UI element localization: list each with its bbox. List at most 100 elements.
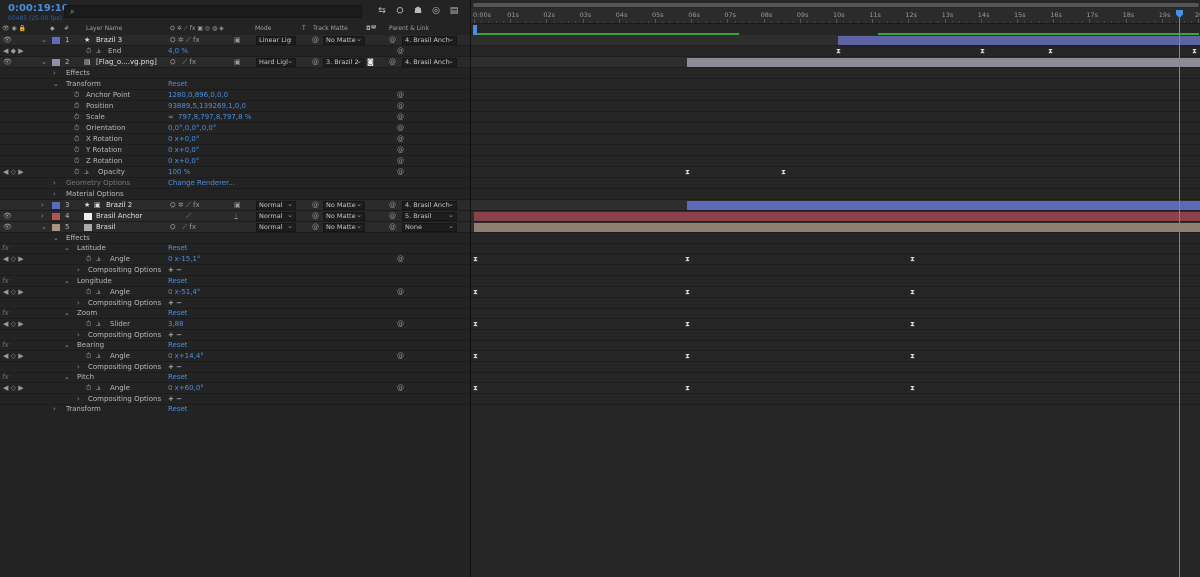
blend-mode-dropdown[interactable]: Normal — [256, 201, 296, 210]
property-value[interactable]: 1280,0,896,0,0,0 — [168, 91, 228, 100]
stopwatch-icon[interactable]: ⏱ — [74, 146, 79, 155]
layer-row-3[interactable]: › 3 ★ ▣ Brazil 2 ⛭ ✲ ⟋ fx ▣ Normal @ No … — [0, 200, 470, 211]
keyframe-nav-icon[interactable]: ◀ ◇ ▶ — [3, 288, 24, 297]
keyframe-nav-icon[interactable]: ◀ ◆ ▶ — [3, 47, 24, 56]
chevron-right-icon[interactable]: › — [53, 179, 56, 188]
keyframe[interactable]: ⧗ — [836, 47, 841, 56]
geometry-options-group[interactable]: › Geometry Options Change Renderer... — [0, 178, 470, 189]
parent-pickwhip-icon[interactable]: @ — [389, 58, 396, 67]
keyframe[interactable]: ⧗ — [1192, 47, 1197, 56]
keyframe[interactable]: ⧗ — [910, 320, 915, 329]
parent-pickwhip-icon[interactable]: @ — [389, 212, 396, 221]
material-options-group[interactable]: › Material Options — [0, 189, 470, 200]
property-value[interactable]: 0,0°,0,0°,0,0° — [168, 124, 216, 133]
add-remove-mask-buttons[interactable]: + − — [168, 331, 182, 340]
keyframe-nav-icon[interactable]: ◀ ◇ ▶ — [3, 320, 24, 329]
keyframe-nav-icon[interactable]: ◀ ◇ ▶ — [3, 384, 24, 393]
expression-pickwhip-icon[interactable]: @ — [397, 124, 404, 133]
keyframe[interactable]: ⧗ — [781, 168, 786, 177]
3d-layer-icon[interactable]: ▣ — [234, 58, 241, 67]
expression-pickwhip-icon[interactable]: @ — [397, 113, 404, 122]
stopwatch-icon[interactable]: ⏱ — [74, 157, 79, 166]
chevron-right-icon[interactable]: › — [77, 363, 80, 372]
graph-icon[interactable]: ⫡ — [96, 288, 101, 297]
effects-group[interactable]: › Effects — [0, 68, 470, 79]
chevron-right-icon[interactable]: › — [53, 190, 56, 199]
layer-bar-4[interactable] — [474, 212, 1200, 221]
add-remove-mask-buttons[interactable]: + − — [168, 266, 182, 275]
parent-pickwhip-icon[interactable]: @ — [389, 223, 396, 232]
expression-pickwhip-icon[interactable]: @ — [397, 384, 404, 393]
layer-name[interactable]: Brasil — [96, 223, 116, 232]
change-renderer-link[interactable]: Change Renderer... — [168, 179, 235, 188]
chevron-down-icon[interactable]: ⌄ — [41, 58, 47, 67]
stopwatch-icon[interactable]: ⏱ — [86, 255, 91, 264]
chevron-down-icon[interactable]: ⌄ — [64, 277, 70, 286]
blend-mode-dropdown[interactable]: Normal — [256, 212, 296, 221]
transform-group[interactable]: ⌄ Transform Reset — [0, 79, 470, 90]
property-value[interactable]: 0 x-15,1° — [168, 255, 200, 264]
parent-dropdown[interactable]: 4. Brasil Anch — [402, 58, 457, 67]
expression-pickwhip-icon[interactable]: @ — [397, 168, 404, 177]
parent-dropdown[interactable]: 5. Brasil — [402, 212, 457, 221]
chevron-right-icon[interactable]: › — [77, 395, 80, 404]
property-value[interactable]: 0 x+14,4° — [168, 352, 204, 361]
chevron-right-icon[interactable]: › — [41, 201, 44, 210]
label-color-swatch[interactable] — [52, 202, 60, 209]
chevron-right-icon[interactable]: › — [77, 299, 80, 308]
keyframe[interactable]: ⧗ — [473, 384, 478, 393]
layer-switches[interactable]: ⛭ ⟋ fx — [170, 223, 196, 232]
layer-name[interactable]: [Flag_o....vg.png] — [96, 58, 157, 67]
graph-icon[interactable]: ⫡ — [84, 168, 89, 177]
chevron-down-icon[interactable]: ⌄ — [41, 36, 47, 45]
fx-icon[interactable]: fx — [2, 309, 9, 318]
stopwatch-icon[interactable]: ⏱ — [74, 102, 79, 111]
3d-layer-icon[interactable]: ▣ — [234, 201, 241, 210]
chevron-right-icon[interactable]: › — [41, 212, 44, 221]
label-column-icon[interactable]: ◆ — [50, 25, 55, 35]
3d-layer-icon[interactable]: ⍊ — [234, 212, 238, 221]
stopwatch-icon[interactable]: ⏱ — [86, 352, 91, 361]
work-area-bar[interactable] — [473, 3, 1199, 7]
add-remove-mask-buttons[interactable]: + − — [168, 299, 182, 308]
parent-dropdown[interactable]: None — [402, 223, 457, 232]
layer-name[interactable]: Brazil 2 — [106, 201, 132, 210]
matte-inverted-icon[interactable]: ◙ — [367, 58, 374, 67]
keyframe[interactable]: ⧗ — [980, 47, 985, 56]
label-color-swatch[interactable] — [52, 37, 60, 44]
chevron-right-icon[interactable]: › — [53, 405, 56, 414]
expression-pickwhip-icon[interactable]: @ — [397, 352, 404, 361]
keyframe[interactable]: ⧗ — [473, 255, 478, 264]
constrain-link-icon[interactable]: ∞ — [168, 113, 174, 122]
stopwatch-icon[interactable]: ⏱ — [86, 47, 91, 56]
layer-bar-5[interactable] — [474, 223, 1200, 232]
fx-icon[interactable]: fx — [2, 244, 9, 253]
effect-longitude[interactable]: fx ⌄ Longitude Reset — [0, 276, 470, 287]
expression-pickwhip-icon[interactable]: @ — [397, 146, 404, 155]
keyframe[interactable]: ⧗ — [685, 168, 690, 177]
reset-link[interactable]: Reset — [168, 80, 188, 89]
parent-pickwhip-icon[interactable]: @ — [389, 201, 396, 210]
property-value[interactable]: 0 x+0,0° — [168, 135, 199, 144]
property-value[interactable]: 797,8,797,8,797,8 % — [178, 113, 251, 122]
shy-layers-icon[interactable]: ☗ — [412, 6, 424, 16]
pickwhip-icon[interactable]: @ — [312, 58, 319, 67]
label-color-swatch[interactable] — [52, 213, 60, 220]
layer-switches[interactable]: ⛭ ⟋ fx — [170, 58, 196, 67]
reset-link[interactable]: Reset — [168, 277, 188, 286]
expression-pickwhip-icon[interactable]: @ — [397, 157, 404, 166]
keyframe[interactable]: ⧗ — [910, 384, 915, 393]
eye-icon[interactable]: 👁 — [3, 58, 12, 67]
keyframe-nav-icon[interactable]: ◀ ◇ ▶ — [3, 168, 24, 177]
pickwhip-icon[interactable]: @ — [312, 223, 319, 232]
layer-switches[interactable]: ⛭ ✲ ⟋ fx — [170, 36, 200, 45]
layer-row-1[interactable]: 👁 ⌄ 1 ★ Brazil 3 ⛭ ✲ ⟋ fx ▣ Linear Lig @… — [0, 35, 470, 46]
layer-switches[interactable]: ⛭ ✲ ⟋ fx — [170, 201, 200, 210]
property-value[interactable]: 3,88 — [168, 320, 184, 329]
eye-icon[interactable]: 👁 — [3, 36, 12, 45]
comp-mini-flowchart-icon[interactable]: ⇆ — [376, 6, 388, 16]
chevron-right-icon[interactable]: › — [77, 266, 80, 275]
expression-pickwhip-icon[interactable]: @ — [397, 102, 404, 111]
graph-icon[interactable]: ⫡ — [96, 352, 101, 361]
track-matte-dropdown[interactable]: No Matte — [323, 212, 365, 221]
